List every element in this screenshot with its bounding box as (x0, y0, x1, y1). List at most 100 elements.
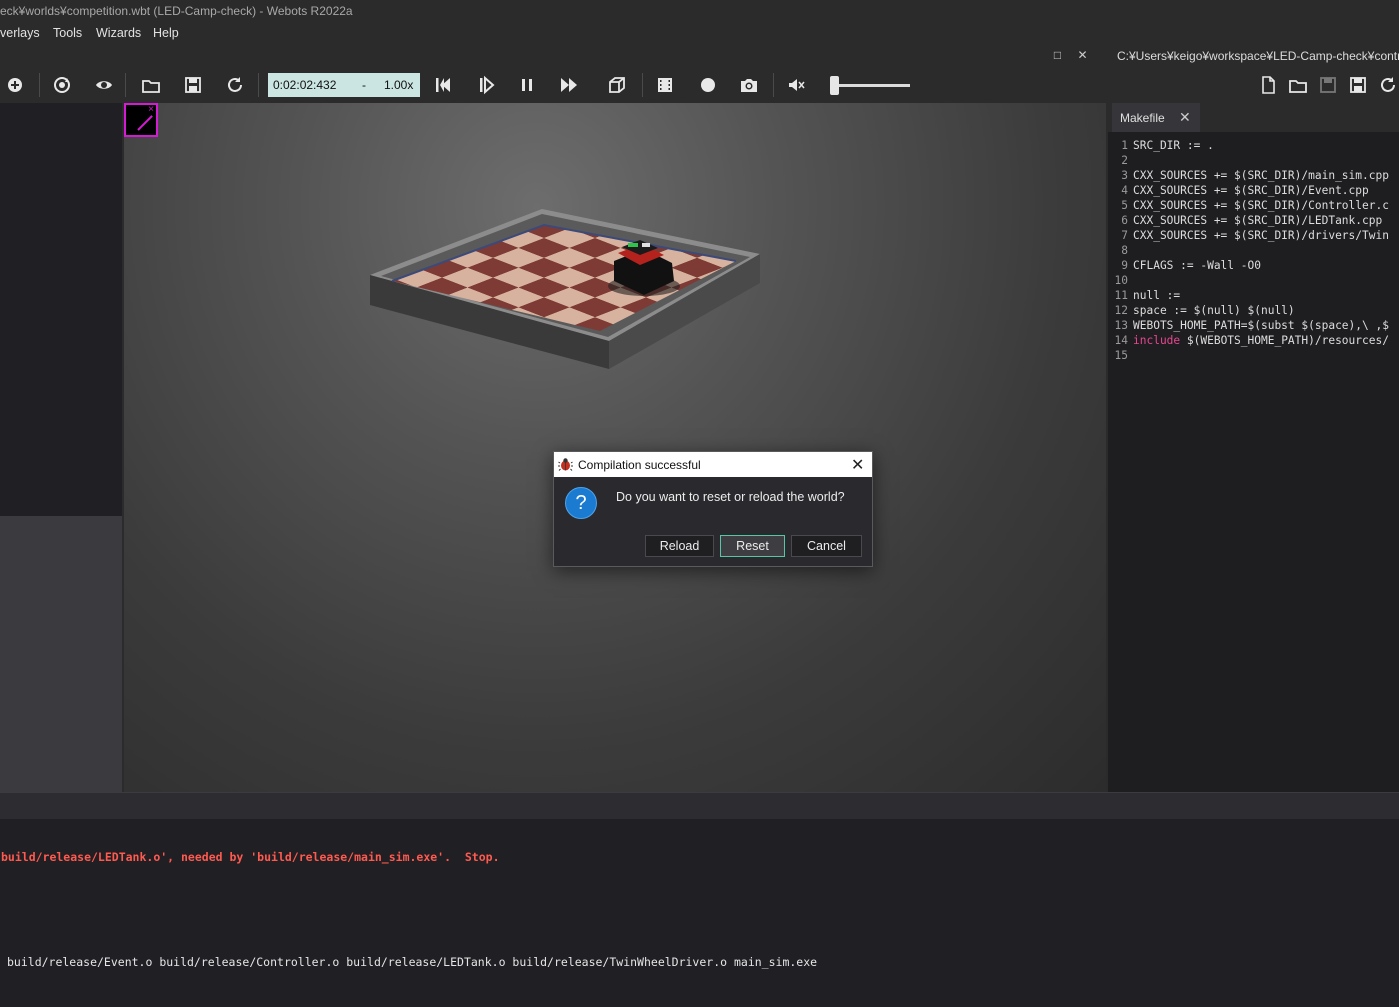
code-line[interactable]: 5 CXX_SOURCES += $(SRC_DIR)/Controller.c (1108, 198, 1399, 213)
menu-overlays[interactable]: verlays (0, 26, 40, 40)
view-icon[interactable] (94, 75, 114, 95)
toolbar-separator (773, 73, 774, 97)
code-text: CXX_SOURCES += $(SRC_DIR)/drivers/Twin (1133, 229, 1389, 242)
code-line[interactable]: 14 include $(WEBOTS_HOME_PATH)/resources/ (1108, 333, 1399, 348)
code-line[interactable]: 3 CXX_SOURCES += $(SRC_DIR)/main_sim.cpp (1108, 168, 1399, 183)
node-field-panel[interactable] (0, 516, 122, 792)
code-line[interactable]: 15 (1108, 348, 1399, 363)
tab-close-icon[interactable]: ✕ (1179, 109, 1191, 126)
line-number: 1 (1121, 139, 1128, 152)
new-file-icon[interactable] (1258, 75, 1278, 95)
save-as-file-icon[interactable] (1348, 75, 1368, 95)
cancel-button[interactable]: Cancel (791, 535, 862, 557)
code-line[interactable]: 1 SRC_DIR := . (1108, 138, 1399, 153)
mute-icon[interactable] (786, 75, 806, 95)
code-line[interactable]: 12 space := $(null) $(null) (1108, 303, 1399, 318)
menu-tools[interactable]: Tools (53, 26, 82, 40)
dialog-close-button[interactable]: ✕ (851, 455, 864, 475)
line-number: 8 (1121, 244, 1128, 257)
code-text: CXX_SOURCES += $(SRC_DIR)/Controller.c (1133, 199, 1389, 212)
webots-bug-icon (558, 457, 573, 472)
console-header (0, 792, 1399, 819)
code-line[interactable]: 2 (1108, 153, 1399, 168)
line-number: 6 (1121, 214, 1128, 227)
code-line[interactable]: 4 CXX_SOURCES += $(SRC_DIR)/Event.cpp (1108, 183, 1399, 198)
time-speed-separator: - (362, 78, 366, 92)
code-line[interactable]: 8 (1108, 243, 1399, 258)
code-area[interactable]: 1 SRC_DIR := . 2 3 CXX_SOURCES += $(SRC_DIR)… (1108, 138, 1399, 363)
3d-viewport[interactable]: × (124, 103, 1107, 792)
display-resize-handle[interactable] (137, 115, 153, 131)
fast-forward-icon[interactable] (559, 75, 579, 95)
line-number: 12 (1114, 304, 1128, 317)
revert-file-icon[interactable] (1378, 75, 1398, 95)
line-number: 15 (1114, 349, 1128, 362)
volume-slider[interactable] (830, 84, 910, 87)
step-icon[interactable] (476, 75, 496, 95)
add-node-icon[interactable] (5, 75, 25, 95)
simulation-time: 0:02:02:432 (273, 78, 337, 92)
code-keyword: include (1133, 334, 1181, 347)
code-line[interactable]: 9 CFLAGS := -Wall -O0 (1108, 258, 1399, 273)
line-number: 10 (1114, 274, 1128, 287)
code-text: SRC_DIR := . (1133, 139, 1214, 152)
compilation-dialog: Compilation successful ✕ ? Do you want t… (553, 451, 873, 567)
save-file-icon[interactable] (1318, 75, 1338, 95)
code-text: $(WEBOTS_HOME_PATH)/resources/ (1180, 334, 1389, 347)
code-line[interactable]: 11 null := (1108, 288, 1399, 303)
save-world-icon[interactable] (183, 75, 203, 95)
pause-icon[interactable] (517, 75, 537, 95)
reset-button[interactable]: Reset (720, 535, 785, 557)
robot-display-overlay[interactable]: × (124, 103, 158, 137)
dialog-title-bar: Compilation successful ✕ (554, 452, 872, 477)
reload-world-icon[interactable] (225, 75, 245, 95)
menu-help[interactable]: Help (153, 26, 179, 40)
menu-wizards[interactable]: Wizards (96, 26, 141, 40)
line-number: 2 (1121, 154, 1128, 167)
reload-button[interactable]: Reload (645, 535, 714, 557)
open-file-icon[interactable] (1288, 75, 1308, 95)
movie-icon[interactable] (655, 75, 675, 95)
code-text: null := (1133, 289, 1181, 302)
main-toolbar: 0:02:02:432 - 1.00x (0, 67, 1399, 103)
scene-tree-panel[interactable] (0, 103, 122, 516)
code-line[interactable]: 10 (1108, 273, 1399, 288)
editor-tab-bar: Makefile ✕ (1108, 103, 1399, 132)
menu-bar: verlays Tools Wizards Help (0, 23, 1399, 45)
reset-view-icon[interactable] (52, 75, 72, 95)
panel-title-bar: □ ✕ C:¥Users¥keigo¥workspace¥LED-Camp-ch… (0, 45, 1399, 67)
window-title-bar: eck¥worlds¥competition.wbt (LED-Camp-che… (0, 0, 1399, 23)
restore-panel-button[interactable]: □ (1051, 49, 1064, 62)
window-title: eck¥worlds¥competition.wbt (LED-Camp-che… (0, 4, 353, 18)
record-icon[interactable] (698, 75, 718, 95)
text-editor-panel: Makefile ✕ 1 SRC_DIR := . 2 3 CXX_SOURCES +=… (1108, 103, 1399, 792)
screenshot-icon[interactable] (739, 75, 759, 95)
close-panel-button[interactable]: ✕ (1076, 49, 1089, 62)
dialog-message: Do you want to reset or reload the world… (616, 490, 845, 504)
code-text: CXX_SOURCES += $(SRC_DIR)/main_sim.cpp (1133, 169, 1389, 182)
tab-label: Makefile (1120, 111, 1165, 125)
line-number: 3 (1121, 169, 1128, 182)
open-world-icon[interactable] (141, 75, 161, 95)
arena-scene (370, 209, 760, 369)
line-number: 14 (1114, 334, 1128, 347)
simulation-time-display: 0:02:02:432 - 1.00x (268, 73, 420, 97)
line-number: 7 (1121, 229, 1128, 242)
view-3d-icon[interactable] (607, 75, 627, 95)
tab-makefile[interactable]: Makefile ✕ (1112, 103, 1200, 132)
console-error-line: build/release/LEDTank.o', needed by 'bui… (1, 850, 500, 864)
code-line[interactable]: 6 CXX_SOURCES += $(SRC_DIR)/LEDTank.cpp (1108, 213, 1399, 228)
editor-file-path: C:¥Users¥keigo¥workspace¥LED-Camp-check¥… (1117, 49, 1399, 63)
line-number: 9 (1121, 259, 1128, 272)
code-line[interactable]: 13 WEBOTS_HOME_PATH=$(subst $(space),\ ,$ (1108, 318, 1399, 333)
code-text: CXX_SOURCES += $(SRC_DIR)/Event.cpp (1133, 184, 1369, 197)
code-text: CXX_SOURCES += $(SRC_DIR)/LEDTank.cpp (1133, 214, 1383, 227)
display-close-icon[interactable]: × (146, 105, 156, 115)
toolbar-separator (642, 73, 643, 97)
console-panel[interactable]: build/release/LEDTank.o', needed by 'bui… (0, 819, 1399, 1007)
volume-slider-handle[interactable] (830, 76, 839, 95)
dialog-title: Compilation successful (578, 458, 701, 472)
reset-simulation-icon[interactable] (433, 75, 453, 95)
code-line[interactable]: 7 CXX_SOURCES += $(SRC_DIR)/drivers/Twin (1108, 228, 1399, 243)
code-text: space := $(null) $(null) (1133, 304, 1295, 317)
